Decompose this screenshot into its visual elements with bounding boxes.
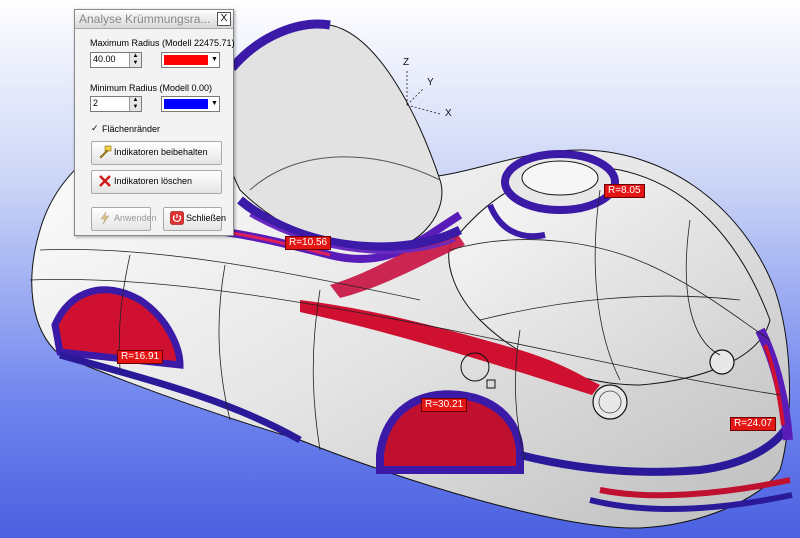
keep-indicators-label: Indikatoren beibehalten — [114, 147, 208, 157]
radius-indicator[interactable]: R=30.21 — [421, 398, 468, 412]
max-radius-input[interactable] — [91, 53, 131, 65]
radius-indicator[interactable]: R=8.05 — [604, 184, 645, 198]
lightning-icon — [100, 211, 110, 225]
min-color-swatch — [164, 99, 208, 109]
axis-x-label: X — [445, 108, 452, 119]
spin-up-icon[interactable]: ▲ — [130, 53, 141, 60]
spin-down-icon[interactable]: ▼ — [130, 60, 141, 67]
max-color-picker[interactable]: ▼ — [161, 52, 220, 68]
close-dialog-label: Schließen — [186, 213, 227, 223]
close-dialog-button[interactable]: Schließen — [163, 207, 226, 231]
apply-label: Anwenden — [114, 213, 157, 223]
chevron-down-icon: ▼ — [211, 56, 218, 63]
pencil-icon — [99, 145, 112, 159]
min-color-picker[interactable]: ▼ — [161, 96, 220, 112]
axis-y-label: Y — [427, 77, 434, 88]
delete-indicators-button[interactable]: Indikatoren löschen — [91, 170, 222, 194]
delete-x-icon — [99, 175, 111, 187]
max-color-swatch — [164, 55, 208, 65]
headlight-right — [709, 349, 735, 375]
min-radius-input[interactable] — [91, 97, 131, 109]
min-radius-label: Minimum Radius (Modell 0.00) — [90, 83, 213, 93]
max-radius-spinner[interactable]: ▲▼ — [90, 52, 142, 68]
keep-indicators-button[interactable]: Indikatoren beibehalten — [91, 141, 222, 165]
radius-indicator[interactable]: R=10.56 — [285, 236, 332, 250]
spin-down-icon[interactable]: ▼ — [130, 104, 141, 111]
dialog-titlebar[interactable]: Analyse Krümmungsra... X — [75, 10, 233, 29]
curvature-analysis-dialog: Analyse Krümmungsra... X Maximum Radius … — [74, 9, 235, 236]
edges-checkbox[interactable]: ✓ — [91, 124, 99, 133]
max-radius-label: Maximum Radius (Modell 22475.71) — [90, 38, 235, 48]
edges-checkbox-label: Flächenränder — [102, 124, 161, 134]
close-button[interactable]: X — [217, 12, 231, 26]
radius-indicator[interactable]: R=16.91 — [117, 350, 164, 364]
power-icon — [170, 211, 184, 225]
chevron-down-icon: ▼ — [211, 100, 218, 107]
apply-button[interactable]: Anwenden — [91, 207, 157, 231]
spin-up-icon[interactable]: ▲ — [130, 97, 141, 104]
headlight-left — [592, 384, 628, 420]
radius-indicator[interactable]: R=24.07 — [730, 417, 777, 431]
axis-z-label: Z — [403, 57, 410, 68]
dialog-title: Analyse Krümmungsra... — [79, 12, 211, 26]
delete-indicators-label: Indikatoren löschen — [114, 176, 193, 186]
min-radius-spinner[interactable]: ▲▼ — [90, 96, 142, 112]
